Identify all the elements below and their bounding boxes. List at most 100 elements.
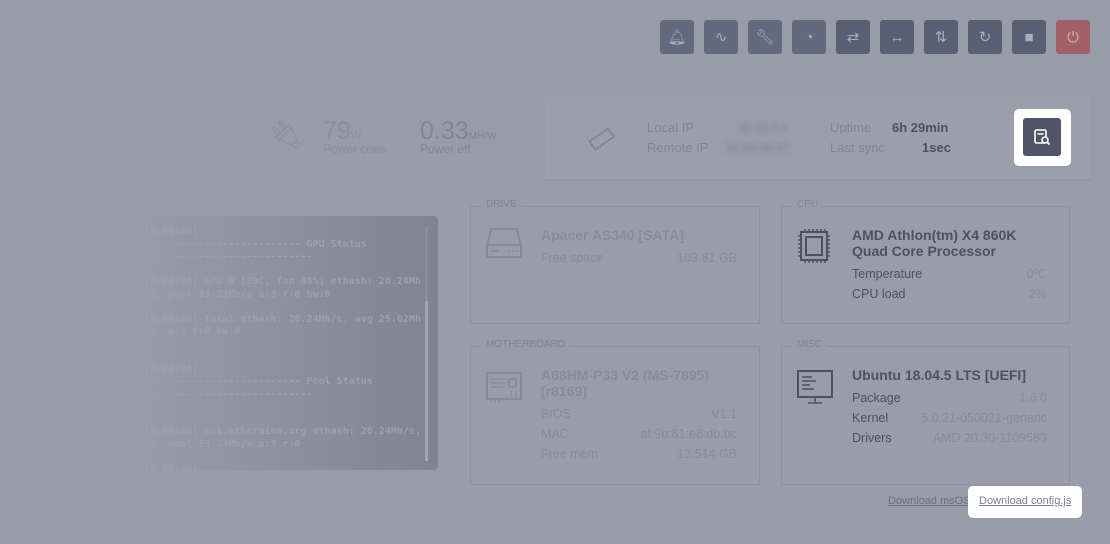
- last-sync-label: Last sync: [830, 140, 885, 155]
- misc-row: Kernel 5.0.21-050021-generic: [852, 411, 1047, 425]
- last-sync-value: 1sec: [922, 140, 951, 155]
- plug-icon: 🔌︎: [268, 119, 304, 150]
- row-value: 2%: [1028, 287, 1047, 301]
- motherboard-card: MOTHERBOARD A68HM-P33 V2 (MS-7895) [r816…: [470, 339, 760, 485]
- power-consumption-value: 79: [323, 117, 351, 145]
- local-ip-label: Local IP: [647, 120, 694, 135]
- row-label: Kernel: [852, 411, 889, 425]
- terminal-line: [0:00:26] GPU 0 [39C, fan 40%] ethash: 2…: [144, 276, 421, 287]
- swap-grid-icon: ⇄: [846, 29, 860, 46]
- stop-icon: ■: [1024, 28, 1034, 46]
- restart-button[interactable]: ↻: [968, 20, 1002, 54]
- terminal-line: /s, pool 33.33Mh/s a:3 r:0 hw:0: [144, 288, 331, 300]
- row-value: AMD 20.30-1109583: [932, 431, 1047, 445]
- row-value: 1.6.0: [1019, 391, 1047, 405]
- activity-icon: ∿: [714, 29, 728, 46]
- terminal-line: ------------------------ GPU Status: [144, 238, 367, 250]
- local-ip-value: 10.10.0.2: [738, 121, 789, 135]
- power-icon: ⏻: [1067, 28, 1079, 46]
- terminal-line: [0:00:26] eu1.ethermine.org ethash: 26.2…: [144, 426, 421, 437]
- drive-title: Apacer AS340 [SATA]: [541, 227, 684, 243]
- terminal-line: ------------------------ Pool Status: [144, 376, 373, 387]
- row-value: 103.81 GB: [677, 251, 737, 265]
- gauge-icon: ◔: [804, 28, 814, 46]
- cpu-legend: CPU: [792, 199, 824, 210]
- gauge-button[interactable]: ◔: [792, 20, 826, 54]
- terminal-line: [0:00:26]: [144, 226, 199, 237]
- stop-button[interactable]: ■: [1012, 20, 1046, 54]
- row-label: MAC: [541, 427, 569, 441]
- motherboard-row: MAC af:9b:81:e8:db:bc: [541, 427, 737, 441]
- power-efficiency-value: 0.33: [420, 117, 469, 145]
- power-efficiency-label: Power eff.: [420, 142, 474, 156]
- power-consumption: 79W Power cons.: [323, 117, 389, 156]
- row-label: Package: [852, 391, 901, 405]
- restart-icon: ↻: [978, 29, 992, 46]
- uptime-value: 6h 29min: [892, 120, 949, 135]
- remote-ip-value: 91.00.00.47: [726, 141, 790, 155]
- log-search-button[interactable]: [1023, 118, 1061, 156]
- motherboard-row: Free mem 13.514 GB: [541, 447, 737, 461]
- terminal-line: /s, a:3 r:0 hw:0: [144, 326, 241, 337]
- row-value: 5.0.21-050021-generic: [921, 411, 1047, 425]
- bell-icon: 🔔︎: [667, 29, 687, 46]
- drive-card: DRIVE Apacer AS340 [SATA] Free space 103.…: [470, 199, 760, 324]
- monitor-terminal-icon: [797, 370, 833, 404]
- terminal-scrollbar[interactable]: [425, 226, 428, 461]
- misc-card: MISC Ubuntu 18.04.5 LTS [UEFI] Package 1.…: [781, 339, 1070, 485]
- bell-button[interactable]: 🔔︎: [660, 20, 694, 54]
- motherboard-legend: MOTHERBOARD: [481, 339, 570, 350]
- cpu-chip-icon: [798, 229, 830, 263]
- download-config-link[interactable]: Download config.js: [979, 495, 1071, 507]
- row-label: Free mem: [541, 447, 598, 461]
- row-label: CPU load: [852, 287, 906, 301]
- cpu-row: Temperature 0ºC: [852, 267, 1047, 281]
- swap-grid-button[interactable]: ⇄: [836, 20, 870, 54]
- activity-button[interactable]: ∿: [704, 20, 738, 54]
- power-button[interactable]: ⏻: [1056, 20, 1090, 54]
- row-value: V1.1: [711, 407, 737, 421]
- sync-icon: ⇅: [934, 29, 948, 46]
- misc-title: Ubuntu 18.04.5 LTS [UEFI]: [852, 367, 1026, 383]
- row-value: 0ºC: [1026, 267, 1047, 281]
- misc-row: Drivers AMD 20.30-1109583: [852, 431, 1047, 445]
- misc-row: Package 1.6.0: [852, 391, 1047, 405]
- cpu-row: CPU load 2%: [852, 287, 1047, 301]
- power-consumption-unit: W: [350, 130, 362, 142]
- download-msos-link[interactable]: Download msOS: [888, 495, 971, 507]
- arrows-horizontal-button[interactable]: ↔: [880, 20, 914, 54]
- arrows-horizontal-icon: ↔: [889, 28, 905, 46]
- row-label: Free space: [541, 251, 604, 265]
- terminal-line: [0:00:26] Total ethash: 26.24Mh/s, avg 2…: [144, 313, 421, 325]
- motherboard-title: A68HM-P33 V2 (MS-7895) [r8169]: [541, 367, 710, 399]
- terminal-line: [0:00:26]: [144, 363, 199, 375]
- terminal-line: /s, pool 33.33Mh/s a:3 r:0: [144, 438, 301, 450]
- row-label: BIOS: [541, 407, 571, 421]
- drive-legend: DRIVE: [481, 199, 522, 210]
- hard-drive-icon: [486, 228, 522, 258]
- file-search-icon: [1034, 129, 1051, 146]
- terminal-line: --------------------------: [144, 251, 313, 262]
- motherboard-icon: [486, 372, 522, 402]
- terminal-line: [0:00:26]: [144, 463, 199, 471]
- row-label: Drivers: [852, 431, 892, 445]
- power-consumption-label: Power cons.: [323, 142, 390, 156]
- power-efficiency: 0.33MH/W Power eff.: [420, 117, 496, 156]
- wrench-button[interactable]: 🔧︎: [748, 20, 782, 54]
- sync-button[interactable]: ⇅: [924, 20, 958, 54]
- power-efficiency-unit: MH/W: [468, 131, 497, 142]
- network-info-bar: [545, 97, 1090, 181]
- cpu-title: AMD Athlon(tm) X4 860K Quad Core Process…: [852, 227, 1017, 259]
- terminal-output: [0:00:26] ------------------------ GPU S…: [144, 226, 438, 470]
- drive-row: Free space 103.81 GB: [541, 251, 737, 265]
- remote-ip-label: Remote IP: [647, 140, 709, 155]
- miner-log-terminal[interactable]: [0:00:26] ------------------------ GPU S…: [140, 216, 438, 470]
- row-value: 13.514 GB: [677, 447, 737, 461]
